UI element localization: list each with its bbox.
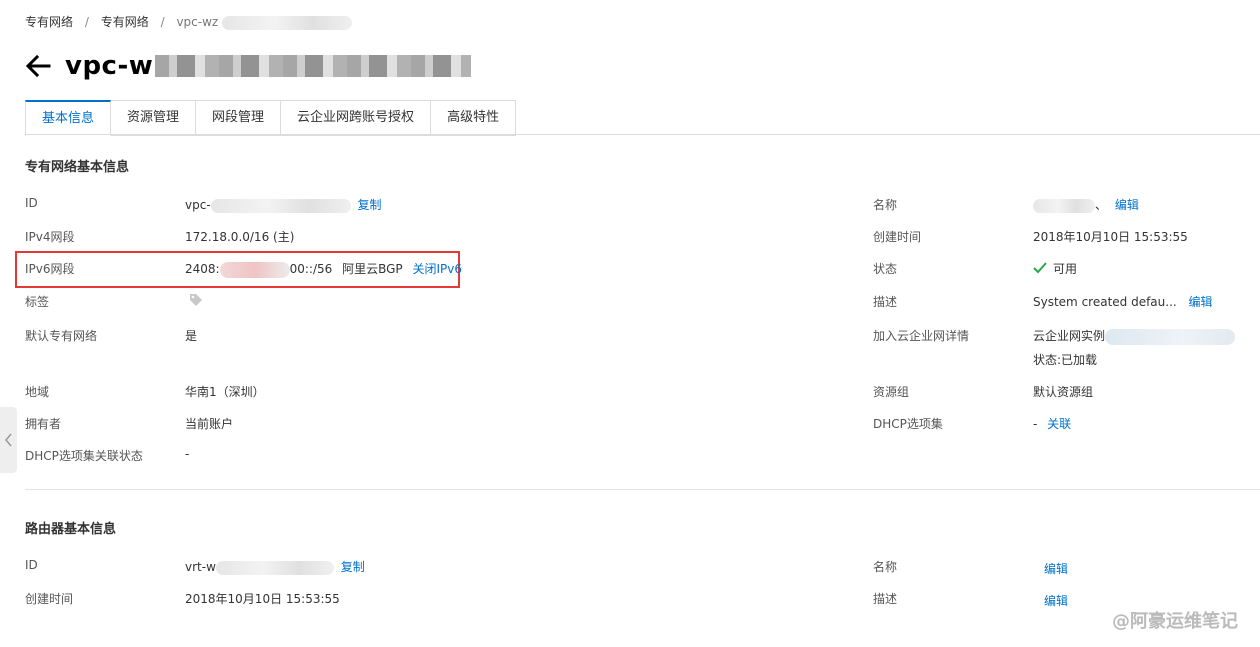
redacted-block xyxy=(215,560,334,575)
page-header: vpc-w xyxy=(25,48,472,84)
breadcrumb-item-vpc[interactable]: 专有网络 xyxy=(25,15,73,29)
tab-resource-management[interactable]: 资源管理 xyxy=(111,100,197,136)
ipv4-value: 172.18.0.0/16 (主) xyxy=(185,230,295,244)
dhcp-options-text: - xyxy=(1033,417,1038,431)
breadcrumb-item-vpc-list[interactable]: 专有网络 xyxy=(101,15,149,29)
vpc-name-label: 名称 xyxy=(873,198,898,212)
router-id-value: vrt-w 复制 xyxy=(185,558,365,575)
status-value: 可用 xyxy=(1033,260,1077,277)
description-value: System created defau... 编辑 xyxy=(1033,293,1213,310)
dhcp-options-value: - 关联 xyxy=(1033,415,1071,432)
edit-description-button[interactable]: 编辑 xyxy=(1189,295,1213,309)
vpc-name-value: 、 编辑 xyxy=(1033,196,1139,213)
checkmark-icon xyxy=(1033,262,1047,274)
vpc-id-text: vpc- xyxy=(185,198,211,212)
vpc-section-title: 专有网络基本信息 xyxy=(25,160,130,175)
router-id-text: vrt-w xyxy=(185,560,216,574)
breadcrumb: 专有网络 / 专有网络 / vpc-wz xyxy=(25,13,353,30)
router-created-value: 2018年10月10日 15:53:55 xyxy=(185,592,340,606)
disable-ipv6-button[interactable]: 关闭IPv6 xyxy=(412,262,462,276)
vpc-name-suffix: 、 xyxy=(1095,198,1108,212)
owner-label: 拥有者 xyxy=(25,417,62,431)
ipv6-isp: 阿里云BGP xyxy=(342,262,403,276)
copy-router-id-button[interactable]: 复制 xyxy=(341,560,365,574)
redacted-block xyxy=(222,15,353,30)
router-desc-label: 描述 xyxy=(873,592,898,606)
back-arrow-icon[interactable] xyxy=(25,53,51,79)
dhcp-status-label: DHCP选项集关联状态 xyxy=(25,449,143,463)
redacted-block xyxy=(210,198,351,213)
description-label: 描述 xyxy=(873,295,898,309)
router-section-title: 路由器基本信息 xyxy=(25,522,117,537)
resource-group-label: 资源组 xyxy=(873,385,910,399)
vpc-id-value: vpc- 复制 xyxy=(185,196,382,213)
owner-value: 当前账户 xyxy=(185,417,234,431)
section-divider xyxy=(25,489,1260,490)
cen-label: 加入云企业网详情 xyxy=(873,329,970,343)
router-id-label: ID xyxy=(25,558,38,572)
tag-icon[interactable] xyxy=(189,293,203,307)
watermark: @阿豪运维笔记 xyxy=(1112,611,1238,632)
sidebar-toggle[interactable] xyxy=(0,407,17,473)
ipv6-value: 2408: 00::/56 阿里云BGP 关闭IPv6 xyxy=(185,260,462,278)
dhcp-status-value: - xyxy=(185,447,190,461)
created-time-value: 2018年10月10日 15:53:55 xyxy=(1033,230,1188,244)
copy-vpc-id-button[interactable]: 复制 xyxy=(357,198,381,212)
breadcrumb-separator: / xyxy=(84,15,89,29)
redacted-block xyxy=(1033,198,1095,213)
cen-status: 状态:已加载 xyxy=(1033,353,1098,367)
cen-value: 云企业网实例 xyxy=(1033,327,1236,345)
router-name-label: 名称 xyxy=(873,560,898,574)
default-vpc-label: 默认专有网络 xyxy=(25,329,98,343)
dhcp-options-label: DHCP选项集 xyxy=(873,417,943,431)
cen-instance: 云企业网实例 xyxy=(1033,329,1106,343)
redacted-title xyxy=(155,55,472,77)
tab-advanced-features[interactable]: 高级特性 xyxy=(431,100,517,136)
ipv6-label: IPv6网段 xyxy=(25,262,75,276)
redacted-block xyxy=(219,261,290,278)
tab-divider xyxy=(25,134,1260,135)
description-text: System created defau... xyxy=(1033,295,1177,309)
tab-basic-info[interactable]: 基本信息 xyxy=(25,100,112,136)
breadcrumb-separator: / xyxy=(160,15,165,29)
router-created-label: 创建时间 xyxy=(25,592,74,606)
edit-router-desc-button[interactable]: 编辑 xyxy=(1044,592,1068,609)
created-time-label: 创建时间 xyxy=(873,230,922,244)
resource-group-value: 默认资源组 xyxy=(1033,385,1094,399)
status-label: 状态 xyxy=(873,262,898,276)
tab-bar: 基本信息 资源管理 网段管理 云企业网跨账号授权 高级特性 xyxy=(25,100,517,136)
tag-label: 标签 xyxy=(25,295,50,309)
ipv6-suffix: 00::/56 xyxy=(289,262,333,276)
breadcrumb-current: vpc-wz xyxy=(176,15,219,29)
status-text: 可用 xyxy=(1053,262,1078,276)
ipv4-label: IPv4网段 xyxy=(25,230,75,244)
chevron-left-icon xyxy=(5,433,12,447)
vpc-id-label: ID xyxy=(25,196,38,210)
region-label: 地域 xyxy=(25,385,50,399)
tab-cen-authorization[interactable]: 云企业网跨账号授权 xyxy=(281,100,432,136)
edit-vpc-name-button[interactable]: 编辑 xyxy=(1115,198,1139,212)
default-vpc-value: 是 xyxy=(185,329,198,343)
redacted-block xyxy=(1105,328,1236,345)
page-title: vpc-w xyxy=(65,51,154,81)
region-value: 华南1（深圳） xyxy=(185,385,265,399)
tab-cidr-management[interactable]: 网段管理 xyxy=(196,100,282,136)
ipv6-prefix: 2408: xyxy=(185,262,220,276)
edit-router-name-button[interactable]: 编辑 xyxy=(1044,560,1068,577)
associate-dhcp-button[interactable]: 关联 xyxy=(1047,417,1071,431)
